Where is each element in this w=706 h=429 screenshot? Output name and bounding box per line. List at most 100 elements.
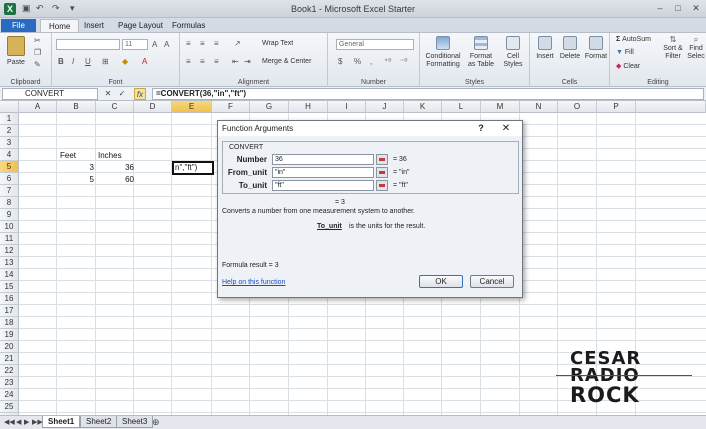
tab-page-layout[interactable]: Page Layout <box>110 19 171 32</box>
borders-icon[interactable]: ⊞ <box>102 57 109 66</box>
row-header-17[interactable]: 17 <box>0 305 19 317</box>
fill-color-icon[interactable]: ◆ <box>122 57 128 66</box>
enter-entry-icon[interactable]: ✓ <box>116 88 128 100</box>
new-sheet-icon[interactable]: ⊕ <box>152 417 160 428</box>
fill-button[interactable]: ▼ Fill <box>616 49 634 56</box>
decrease-decimal-icon[interactable]: ⁻⁰ <box>400 57 407 66</box>
active-cell-e5[interactable]: n","ft") <box>172 161 214 175</box>
row-header-4[interactable]: 4 <box>0 149 19 161</box>
row-header-13[interactable]: 13 <box>0 257 19 269</box>
cell-c5[interactable]: 36 <box>96 162 134 173</box>
format-painter-icon[interactable]: ✎ <box>34 60 41 69</box>
increase-decimal-icon[interactable]: ⁺⁰ <box>384 57 391 66</box>
arg-input-number[interactable]: 36 <box>272 154 374 165</box>
column-header-h[interactable]: H <box>289 101 328 113</box>
tab-home[interactable]: Home <box>40 19 80 32</box>
ok-button[interactable]: OK <box>419 275 463 288</box>
column-header-l[interactable]: L <box>442 101 481 113</box>
font-color-icon[interactable]: A <box>142 57 147 66</box>
grow-font-icon[interactable]: A <box>152 40 157 49</box>
row-header-5[interactable]: 5 <box>0 161 19 173</box>
row-header-1[interactable]: 1 <box>0 113 19 125</box>
row-header-25[interactable]: 25 <box>0 401 19 413</box>
row-header-6[interactable]: 6 <box>0 173 19 185</box>
maximize-button[interactable]: □ <box>670 2 686 15</box>
column-header-n[interactable]: N <box>520 101 558 113</box>
italic-button[interactable]: I <box>72 57 74 66</box>
number-format-select[interactable]: General <box>336 39 414 50</box>
column-header-c[interactable]: C <box>96 101 134 113</box>
align-center-icon[interactable]: ≡ <box>200 57 205 66</box>
row-header-10[interactable]: 10 <box>0 221 19 233</box>
align-left-icon[interactable]: ≡ <box>186 57 191 66</box>
merge-center-button[interactable]: Merge & Center <box>262 58 311 65</box>
column-header-m[interactable]: M <box>481 101 520 113</box>
cell-styles-button[interactable]: Cell Styles <box>500 36 526 69</box>
row-header-20[interactable]: 20 <box>0 341 19 353</box>
sheet-tab-sheet1[interactable]: Sheet1 <box>42 416 81 428</box>
tab-file[interactable]: File <box>1 19 36 32</box>
format-as-table-button[interactable]: Format as Table <box>466 36 496 69</box>
align-right-icon[interactable]: ≡ <box>214 57 219 66</box>
cell-b4[interactable]: Feet <box>60 150 96 161</box>
collapse-dialog-icon-number[interactable] <box>376 154 388 165</box>
formula-input[interactable]: =CONVERT(36,"in","ft") <box>152 88 704 100</box>
row-header-2[interactable]: 2 <box>0 125 19 137</box>
underline-button[interactable]: U <box>85 57 91 66</box>
prev-sheet-icon[interactable]: ◀ <box>16 418 21 426</box>
column-header-g[interactable]: G <box>250 101 289 113</box>
row-header-24[interactable]: 24 <box>0 389 19 401</box>
align-top-icon[interactable]: ≡ <box>186 39 191 48</box>
font-family-select[interactable] <box>56 39 120 50</box>
align-bottom-icon[interactable]: ≡ <box>214 39 219 48</box>
font-size-select[interactable]: 11 <box>122 39 148 50</box>
sort-filter-button[interactable]: ⇅ Sort & Filter <box>662 36 684 61</box>
minimize-button[interactable]: – <box>652 2 668 15</box>
column-header-i[interactable]: I <box>328 101 366 113</box>
bold-button[interactable]: B <box>58 57 64 66</box>
insert-cells-button[interactable]: Insert <box>534 36 556 61</box>
column-header-f[interactable]: F <box>212 101 250 113</box>
conditional-formatting-button[interactable]: Conditional Formatting <box>424 36 462 69</box>
cancel-button[interactable]: Cancel <box>470 275 514 288</box>
help-on-function-link[interactable]: Help on this function <box>222 279 285 286</box>
cell-b6[interactable]: 5 <box>58 174 94 185</box>
delete-cells-button[interactable]: Delete <box>558 36 582 61</box>
shrink-font-icon[interactable]: A <box>164 40 169 49</box>
tab-insert[interactable]: Insert <box>76 19 112 32</box>
tab-formulas[interactable]: Formulas <box>164 19 213 32</box>
row-header-23[interactable]: 23 <box>0 377 19 389</box>
next-sheet-icon[interactable]: ▶ <box>24 418 29 426</box>
row-header-15[interactable]: 15 <box>0 281 19 293</box>
increase-indent-icon[interactable]: ⇥ <box>244 57 251 66</box>
cut-icon[interactable]: ✂ <box>34 36 41 45</box>
row-header-8[interactable]: 8 <box>0 197 19 209</box>
column-header-a[interactable]: A <box>19 101 57 113</box>
column-header-j[interactable]: J <box>366 101 404 113</box>
collapse-dialog-icon-from-unit[interactable] <box>376 167 388 178</box>
cell-b5[interactable]: 3 <box>58 162 94 173</box>
sheet-tab-sheet2[interactable]: Sheet2 <box>80 416 118 428</box>
first-sheet-icon[interactable]: ◀◀ <box>4 418 15 426</box>
column-header-p[interactable]: P <box>597 101 636 113</box>
arg-input-to-unit[interactable]: "ft" <box>272 180 374 191</box>
row-header-22[interactable]: 22 <box>0 365 19 377</box>
row-header-21[interactable]: 21 <box>0 353 19 365</box>
row-header-14[interactable]: 14 <box>0 269 19 281</box>
row-header-12[interactable]: 12 <box>0 245 19 257</box>
decrease-indent-icon[interactable]: ⇤ <box>232 57 239 66</box>
column-header-k[interactable]: K <box>404 101 442 113</box>
column-header-o[interactable]: O <box>558 101 597 113</box>
clear-button[interactable]: ◆ Clear <box>616 62 640 70</box>
align-middle-icon[interactable]: ≡ <box>200 39 205 48</box>
comma-button[interactable]: , <box>370 57 372 66</box>
format-cells-button[interactable]: Format <box>584 36 608 61</box>
row-header-7[interactable]: 7 <box>0 185 19 197</box>
cancel-entry-icon[interactable]: ✕ <box>102 88 114 100</box>
arg-input-from-unit[interactable]: "in" <box>272 167 374 178</box>
sheet-tab-sheet3[interactable]: Sheet3 <box>116 416 154 428</box>
column-header-b[interactable]: B <box>57 101 96 113</box>
wrap-text-button[interactable]: Wrap Text <box>262 40 293 47</box>
autosum-button[interactable]: Σ AutoSum <box>616 36 651 43</box>
row-header-9[interactable]: 9 <box>0 209 19 221</box>
